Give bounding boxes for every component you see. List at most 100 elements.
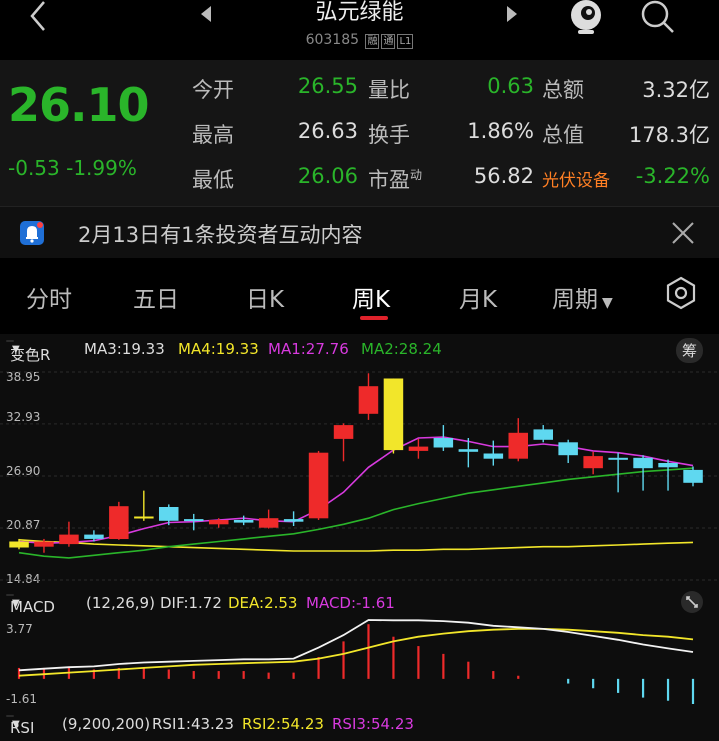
bell-icon <box>20 221 44 245</box>
expand-icon[interactable] <box>680 590 704 614</box>
chevron-down-icon: ▼ <box>602 295 613 311</box>
candle-body <box>333 425 354 439</box>
candle-body <box>658 463 678 468</box>
pe-label: 市盈动 <box>368 168 423 192</box>
candle-body <box>433 438 454 448</box>
high-value: 26.63 <box>297 119 358 143</box>
chart-area: 变色R ▼ MA3:19.33 MA4:19.33 MA1:27.76 MA2:2… <box>0 334 719 741</box>
tab-period[interactable]: 周期 ▼ <box>552 280 613 314</box>
low-label: 最低 <box>192 168 234 192</box>
market-cap-value: 178.3亿 <box>628 123 710 147</box>
turnover-label: 换手 <box>368 123 410 147</box>
volume-ratio-value: 0.63 <box>487 74 534 98</box>
candle-body <box>209 520 229 525</box>
candle-body <box>233 520 254 523</box>
rsi3-label: RSI3:54.23 <box>332 715 414 733</box>
candle-body <box>558 442 578 456</box>
sector-change: -3.22% <box>635 164 710 188</box>
candle-body <box>458 449 479 452</box>
candle-body <box>408 446 429 451</box>
next-stock-icon[interactable] <box>504 4 520 24</box>
dif-line <box>18 619 694 672</box>
price-change: -0.53 -1.99% <box>8 156 137 180</box>
close-icon[interactable] <box>670 220 696 246</box>
candle-body <box>358 386 379 414</box>
candle-body <box>184 519 204 522</box>
pe-value: 56.82 <box>473 164 534 188</box>
stock-code-row: 603185 融通 L1 <box>0 32 719 49</box>
candle-body <box>258 518 279 528</box>
pe-sup: 动 <box>410 168 423 182</box>
market-cap-label: 总值 <box>542 123 584 147</box>
candle-body <box>84 534 104 539</box>
candle-body <box>508 432 528 459</box>
tab-monthly-k[interactable]: 月K <box>459 280 497 314</box>
sector-link[interactable]: 光伏设备 <box>542 166 610 191</box>
settings-icon[interactable] <box>664 276 698 310</box>
candle-body <box>134 516 154 519</box>
macd-indicator-select[interactable]: MACD ▼ <box>6 594 55 616</box>
last-price: 26.10 <box>8 78 150 132</box>
amount-label: 总额 <box>542 78 584 102</box>
candle-body <box>533 429 553 440</box>
page-title: 弘元绿能 <box>315 0 404 25</box>
kline-chart[interactable] <box>0 364 719 590</box>
candle-body <box>608 457 628 460</box>
candle-body <box>283 519 304 522</box>
macd-params: (12,26,9) <box>86 594 155 612</box>
chip-button[interactable]: 筹 <box>676 338 704 363</box>
high-label: 最高 <box>192 123 234 147</box>
ma1-label: MA1:27.76 <box>268 340 349 358</box>
notice-bar[interactable]: 2月13日有1条投资者互动内容 <box>0 206 719 259</box>
dropdown-caret-icon: ▼ <box>12 344 20 355</box>
candle-body <box>308 452 329 519</box>
notice-text: 2月13日有1条投资者互动内容 <box>78 223 363 247</box>
main-indicator-select[interactable]: 变色R ▼ <box>6 340 50 364</box>
dropdown-caret-icon: ▼ <box>12 719 20 730</box>
ma3-label: MA3:19.33 <box>84 340 165 358</box>
margin-tag: 融 <box>365 34 380 49</box>
dea-label: DEA:2.53 <box>228 594 298 612</box>
open-value: 26.55 <box>297 74 358 98</box>
dif-label: DIF:1.72 <box>160 594 222 612</box>
tab-weekly-k[interactable]: 周K <box>352 280 390 314</box>
assistant-icon[interactable] <box>566 0 606 36</box>
low-value: 26.06 <box>297 164 358 188</box>
connect-tag: 通 <box>381 34 396 49</box>
quote-panel: 26.10 -0.53 -1.99% 今开 26.55 最高 26.63 最低 … <box>0 60 719 206</box>
candle-body <box>483 453 504 459</box>
ma4-label: MA4:19.33 <box>178 340 259 358</box>
stock-code: 603185 <box>305 32 360 48</box>
candle-body <box>633 457 653 469</box>
change-percent: -1.99% <box>66 156 137 180</box>
open-label: 今开 <box>192 78 234 102</box>
macd-label: MACD:-1.61 <box>306 594 395 612</box>
candle-body <box>109 506 129 539</box>
candle-body <box>59 534 79 545</box>
amount-value: 3.32亿 <box>642 78 710 102</box>
tab-daily-k[interactable]: 日K <box>246 280 284 314</box>
candle-body <box>9 541 29 548</box>
candle-body <box>683 469 703 483</box>
main-indicator-row: 变色R ▼ MA3:19.33 MA4:19.33 MA1:27.76 MA2:2… <box>0 336 719 364</box>
period-tabs: 分时 五日 日K 周K 月K 周期 ▼ <box>0 258 719 334</box>
macd-chart[interactable] <box>0 618 719 708</box>
volume-ratio-label: 量比 <box>368 78 410 102</box>
tab-intraday[interactable]: 分时 <box>26 280 72 314</box>
candle-body <box>383 378 404 451</box>
turnover-value: 1.86% <box>467 119 534 143</box>
candle-body <box>159 507 179 521</box>
candle-body <box>583 456 603 469</box>
dropdown-caret-icon: ▼ <box>12 598 20 609</box>
rsi-indicator-select[interactable]: RSI ▼ <box>6 715 34 737</box>
active-tab-indicator <box>360 316 388 320</box>
rsi1-label: RSI1:43.23 <box>152 715 234 733</box>
rsi2-label: RSI2:54.23 <box>242 715 324 733</box>
candle-body <box>34 541 54 547</box>
search-icon[interactable] <box>638 0 678 36</box>
change-value: -0.53 <box>8 156 60 180</box>
macd-indicator-row: MACD ▼ (12,26,9) DIF:1.72 DEA:2.53 MACD:-… <box>0 590 719 616</box>
tab-five-day[interactable]: 五日 <box>133 280 179 314</box>
rsi-params: (9,200,200) <box>62 715 151 733</box>
rsi-indicator-row: RSI ▼ (9,200,200) RSI1:43.23 RSI2:54.23 R… <box>0 711 719 737</box>
